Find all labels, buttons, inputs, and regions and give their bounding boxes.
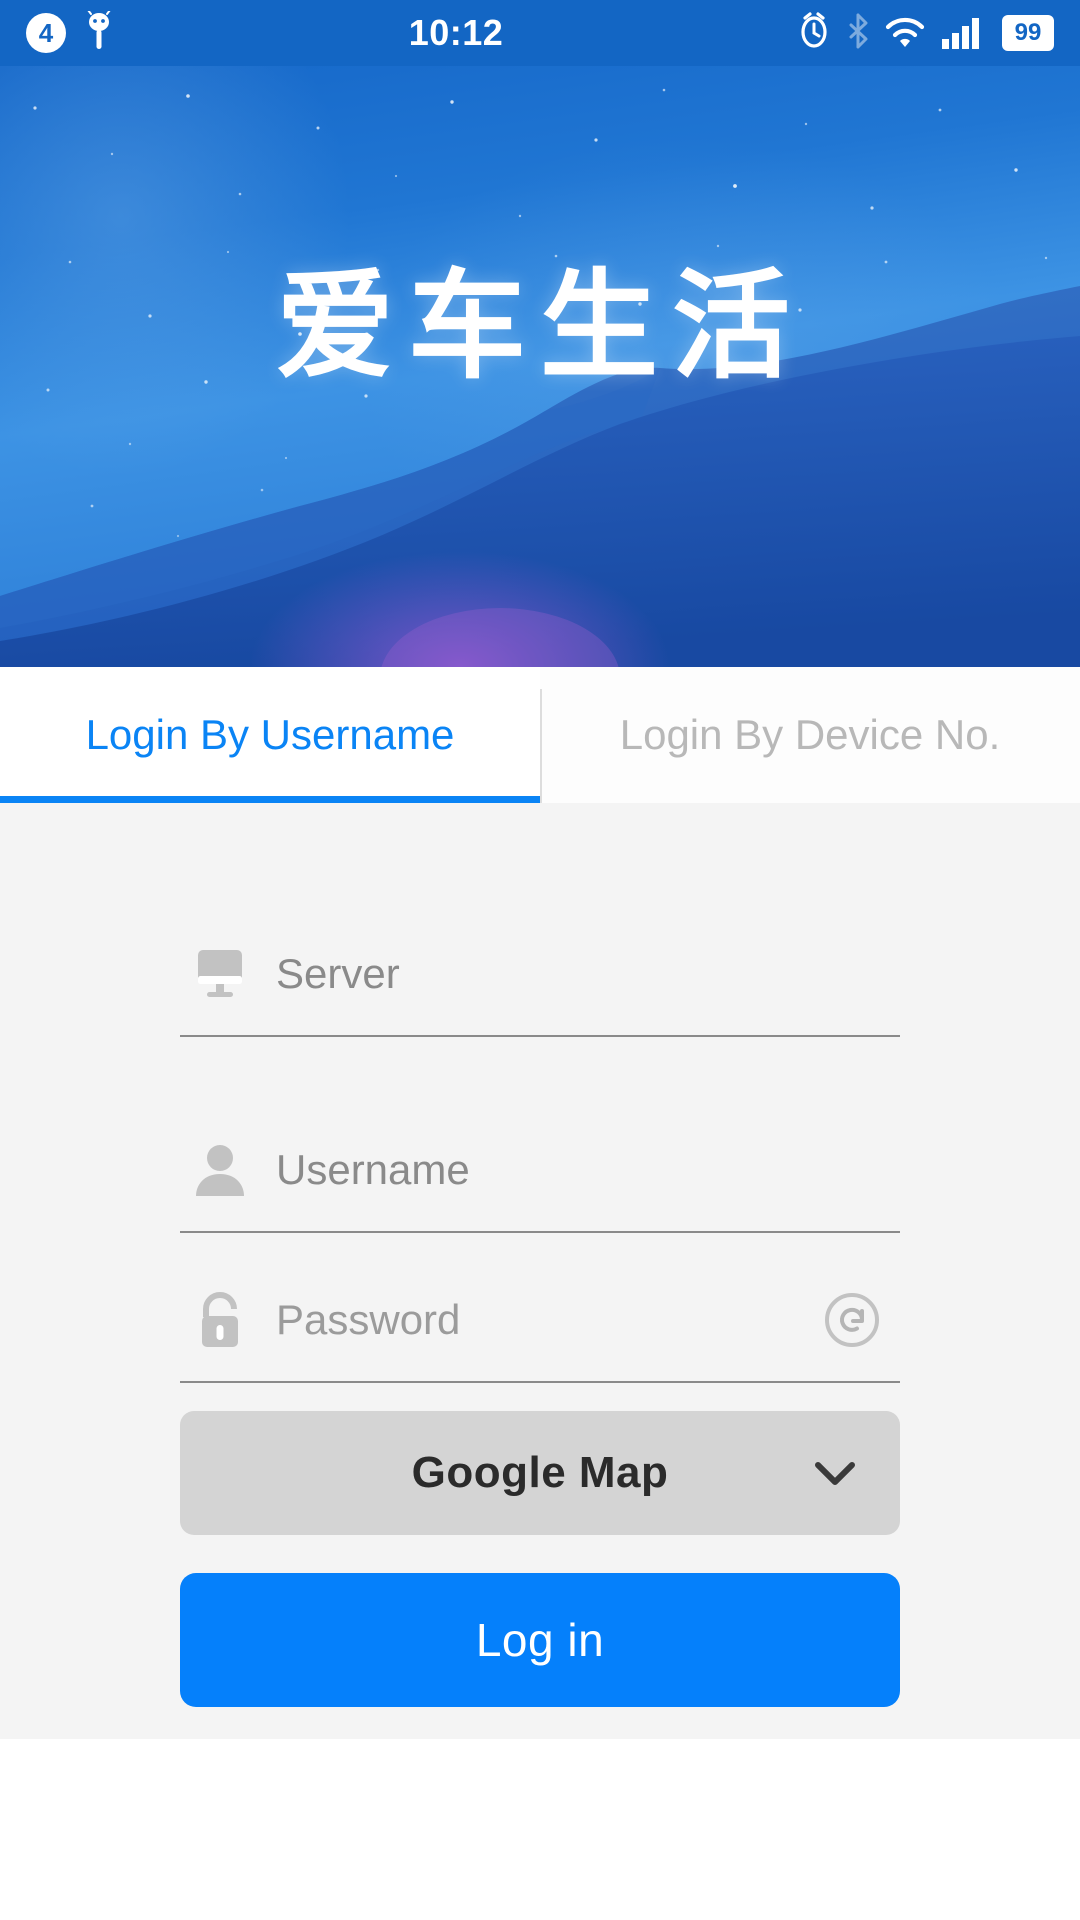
status-bar-left: 4 <box>26 8 116 56</box>
server-input[interactable]: Server <box>276 953 900 995</box>
cellular-signal-icon <box>940 11 988 56</box>
login-method-tabs: Login By Username Login By Device No. <box>0 667 1080 803</box>
login-form: Server Username Password Google Map Log … <box>0 803 1080 1920</box>
password-input[interactable]: Password <box>276 1299 804 1341</box>
tab-login-by-username-label: Login By Username <box>85 711 455 758</box>
tab-divider <box>540 689 542 803</box>
android-robot-icon <box>82 8 116 56</box>
username-input[interactable]: Username <box>276 1149 900 1191</box>
password-field-row[interactable]: Password <box>180 1259 900 1383</box>
user-icon <box>180 1141 276 1199</box>
login-screen: 4 10:12 99 爱车生活 Login By Username Login … <box>0 0 1080 1920</box>
status-bar-clock: 10:12 <box>408 12 504 53</box>
refresh-icon[interactable] <box>804 1289 900 1351</box>
tab-login-by-username[interactable]: Login By Username <box>0 667 540 803</box>
form-bottom-spacer <box>0 1739 1080 1920</box>
app-banner: 爱车生活 <box>0 66 1080 667</box>
alarm-clock-icon <box>796 11 832 56</box>
bluetooth-icon <box>846 11 870 56</box>
login-button-label: Log in <box>475 1614 605 1666</box>
status-bar-right: 99 <box>796 11 1054 56</box>
battery-level-indicator: 99 <box>1002 15 1054 51</box>
map-provider-dropdown[interactable]: Google Map <box>180 1411 900 1535</box>
tab-login-by-device-no-label: Login By Device No. <box>619 711 1001 758</box>
login-button[interactable]: Log in <box>180 1573 900 1707</box>
app-logo-text: 爱车生活 <box>275 257 804 395</box>
monitor-icon <box>180 946 276 1002</box>
wifi-icon <box>884 11 926 56</box>
map-provider-selected-label: Google Map <box>411 1448 669 1497</box>
status-bar: 4 10:12 99 <box>0 0 1080 66</box>
server-field-row[interactable]: Server <box>180 913 900 1037</box>
status-bar-center: 10:12 <box>116 12 796 54</box>
lock-icon <box>180 1289 276 1351</box>
username-field-row[interactable]: Username <box>180 1109 900 1233</box>
tab-login-by-device-no[interactable]: Login By Device No. <box>540 667 1080 803</box>
notification-count-badge: 4 <box>26 13 66 53</box>
chevron-down-icon <box>812 1458 858 1488</box>
